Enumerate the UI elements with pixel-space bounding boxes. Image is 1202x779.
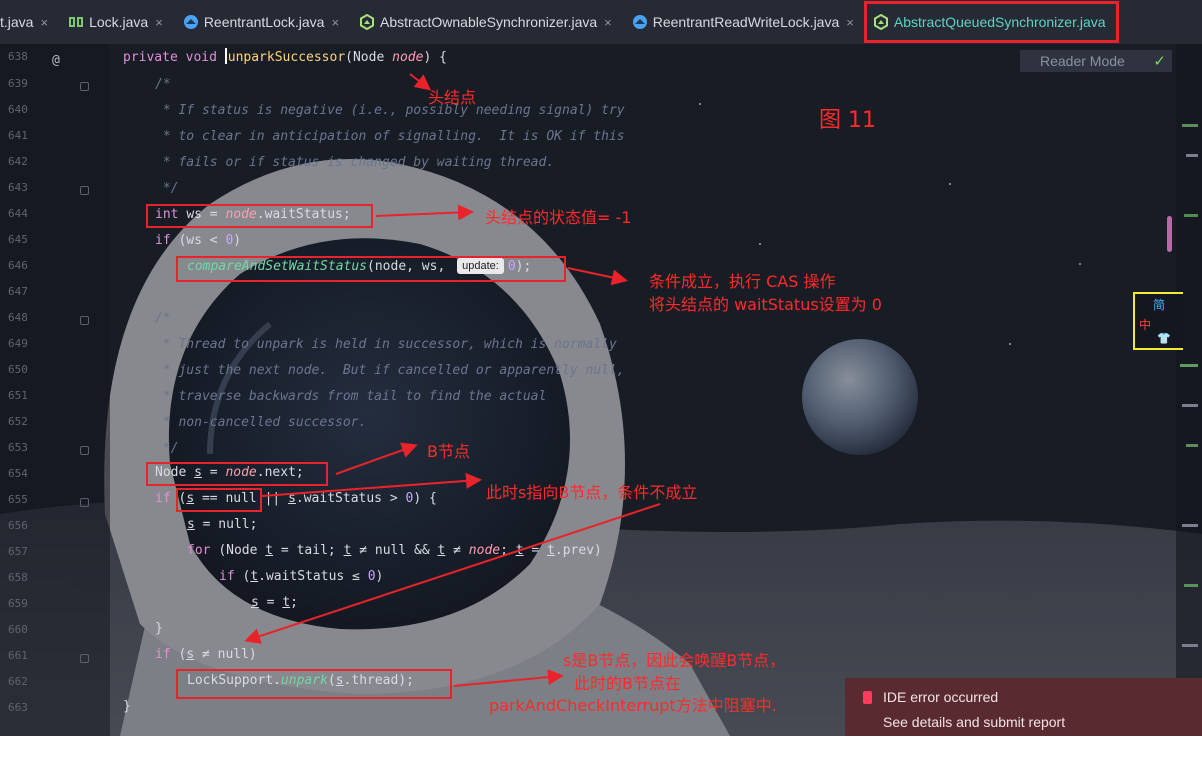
close-icon[interactable]: × <box>604 15 612 30</box>
annotation-cas-line2: 将头结点的 waitStatus设置为 0 <box>649 295 882 314</box>
tab-abstractqueuedsynchronizer-java[interactable]: AbstractQueuedSynchronizer.java <box>863 1 1119 43</box>
error-title: IDE error occurred <box>883 689 999 705</box>
annotation-wake-line3: parkAndCheckInterrupt方法中阻塞中. <box>489 696 777 715</box>
ide-error-notification[interactable]: IDE error occurred See details and submi… <box>845 678 1202 736</box>
tab-label: ReentrantReadWriteLock.java <box>652 14 840 30</box>
tab-label: AbstractQueuedSynchronizer.java <box>893 14 1106 30</box>
abstract-class-icon <box>873 14 888 30</box>
tab-reentrantreadwritelock-java[interactable]: ReentrantReadWriteLock.java × <box>626 0 860 44</box>
annotation-head-status: 头结点的状态值= -1 <box>485 208 632 227</box>
annotation-s-points-b: 此时s指向B节点，条件不成立 <box>486 483 698 502</box>
tab-lock-java[interactable]: Lock.java × <box>62 0 169 44</box>
interface-icon <box>69 17 84 27</box>
annotation-wake-line2: 此时的B节点在 <box>574 674 681 693</box>
tab-reentrantlock-java[interactable]: ReentrantLock.java × <box>177 0 345 44</box>
error-icon <box>863 690 872 704</box>
code-editor[interactable]: 638 639 640 641 642 643 644 645 646 647 … <box>0 44 1202 736</box>
tab-t-java[interactable]: t.java × <box>0 0 54 44</box>
annotation-b-node: B节点 <box>427 442 470 461</box>
close-icon[interactable]: × <box>40 15 48 30</box>
annotation-wake-line1: s是B节点，因此会唤醒B节点， <box>563 651 786 670</box>
close-icon[interactable]: × <box>155 15 163 30</box>
annotation-arrows <box>244 73 661 687</box>
error-title-row: IDE error occurred <box>863 689 998 705</box>
ide-window: t.java × Lock.java × ReentrantLock.java … <box>0 0 1202 779</box>
figure-label: 图 11 <box>819 108 876 133</box>
class-icon <box>183 15 198 29</box>
tab-abstractownablesynchronizer-java[interactable]: AbstractOwnableSynchronizer.java × <box>353 0 618 44</box>
error-details-link[interactable]: See details and submit report <box>883 714 1065 730</box>
abstract-class-icon <box>360 14 375 30</box>
editor-tab-bar: t.java × Lock.java × ReentrantLock.java … <box>0 0 1202 44</box>
tab-label: t.java <box>0 14 34 30</box>
tab-label: ReentrantLock.java <box>203 14 325 30</box>
class-icon <box>632 15 647 29</box>
tab-label: AbstractOwnableSynchronizer.java <box>380 14 598 30</box>
close-icon[interactable]: × <box>846 15 854 30</box>
close-icon[interactable]: × <box>331 15 339 30</box>
annotation-head-node: 头结点 <box>428 88 477 107</box>
tab-label: Lock.java <box>89 14 149 30</box>
annotation-cas-line1: 条件成立，执行 CAS 操作 <box>649 272 836 291</box>
